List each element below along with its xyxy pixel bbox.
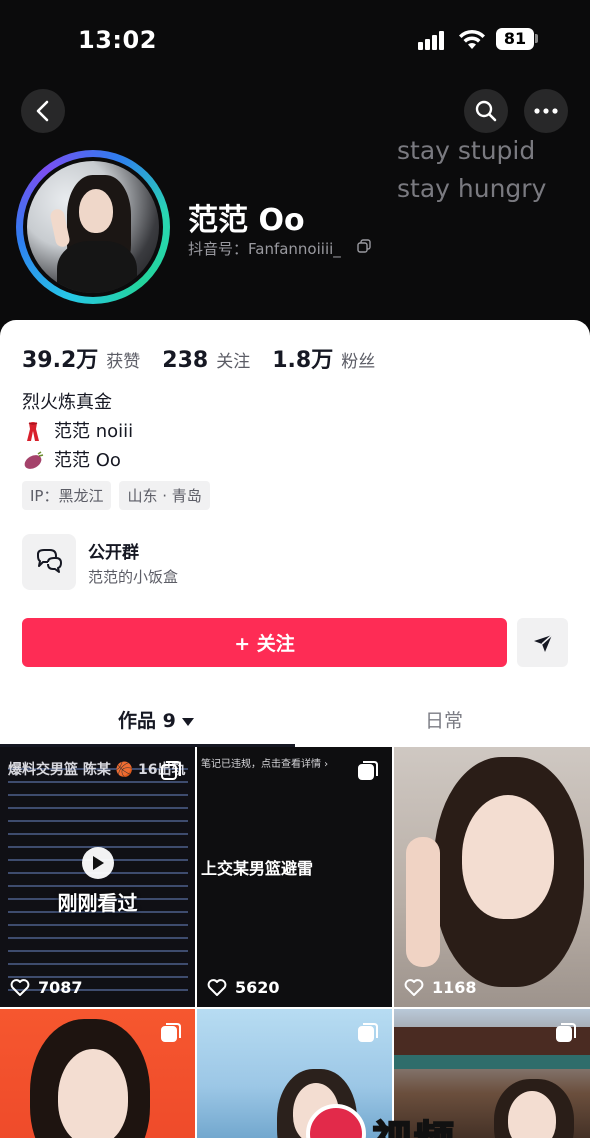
multi-image-icon [161,761,181,780]
multi-image-icon [358,1023,378,1042]
profile-card: 39.2万 获赞 238 关注 1.8万 粉丝 烈火炼真金 范范 noiii 范… [0,320,590,1138]
video-thumbnail[interactable] [0,1009,195,1138]
avatar-inner [23,157,163,297]
video-grid: 爆料交男篮 陈某 🏀 16出轨 刚刚看过 7087 笔记已违规，点击查看详情 ›… [0,747,590,1138]
avatar[interactable] [16,150,170,304]
bio: 烈火炼真金 范范 noiii 范范 Oo [22,388,133,475]
message-button[interactable] [517,618,568,667]
video-likes: 7087 [10,978,83,997]
battery-tip [535,34,538,43]
public-group-entry[interactable]: 公开群 范范的小饭盒 [22,534,568,592]
bio-line: 烈火炼真金 [22,388,133,417]
profile-name: 范范 Oo [188,203,305,238]
header-slogan-line2: stay hungry [397,174,547,203]
temple-beam-shape [394,1055,590,1069]
tab-daily[interactable]: 日常 [425,706,463,733]
caret-down-icon [181,717,194,726]
likes-count[interactable]: 39.2万 [22,342,98,374]
wifi-icon [459,29,485,49]
battery-level: 81 [496,28,534,50]
heart-icon [10,978,30,996]
avatar-photo [27,161,159,293]
ip-location-tag: IP：黑龙江 [22,481,112,510]
video-like-count: 1168 [432,978,477,997]
send-icon [533,633,553,652]
profile-tabs: 作品 9 日常 [0,692,590,747]
video-overlay-title: 爆料交男篮 陈某 🏀 16出轨 [8,762,186,778]
profile-stats: 39.2万 获赞 238 关注 1.8万 粉丝 [22,342,397,374]
watermark-text: 视频 [371,1108,456,1138]
avatar-body-shape [57,241,137,293]
back-button[interactable] [21,89,65,133]
heart-icon [404,978,424,996]
likes-label: 获赞 [106,352,141,372]
tab-works-label: 作品 9 [118,710,176,732]
copy-icon[interactable] [357,239,371,253]
bio-text: 范范 noiii [54,421,134,442]
multi-image-icon [556,1023,576,1042]
video-thumbnail[interactable]: 爆料交男篮 陈某 🏀 16出轨 刚刚看过 7087 [0,747,195,1007]
search-button[interactable] [464,89,508,133]
video-like-count: 7087 [38,978,83,997]
scarf-emoji-icon [27,421,39,441]
chevron-left-icon [36,100,49,122]
group-icon-box [22,534,76,590]
search-icon [475,100,497,122]
video-thumbnail[interactable]: 1168 [394,747,590,1007]
video-likes: 5620 [207,978,280,997]
video-thumbnail[interactable] [197,1009,392,1138]
followers-label: 粉丝 [341,352,376,372]
profile-tags: IP：黑龙江 山东 · 青岛 [22,481,210,510]
tab-works[interactable]: 作品 9 [118,706,194,733]
multi-image-icon [358,761,378,780]
chat-bubbles-icon [37,549,62,573]
avatar-face-shape [79,189,113,233]
cellular-signal-icon [418,30,450,50]
bio-text: 范范 Oo [54,450,121,471]
play-icon [82,847,114,879]
portrait-face-shape [58,1049,128,1138]
portrait-face-shape [462,795,554,919]
multi-image-icon [161,1023,181,1042]
bio-text: 烈火炼真金 [22,392,112,413]
video-overlay-title: 上交某男篮避雷 [201,859,314,878]
following-count[interactable]: 238 [162,348,208,373]
status-time: 13:02 [78,26,157,54]
video-like-count: 5620 [235,978,280,997]
portrait-hand-shape [406,837,440,967]
status-bar: 13:02 81 [0,0,590,80]
following-label: 关注 [216,352,251,372]
more-button[interactable] [524,89,568,133]
group-subtitle: 范范的小饭盒 [88,568,179,586]
city-tag[interactable]: 山东 · 青岛 [119,481,210,510]
group-title: 公开群 [88,543,139,563]
heart-icon [207,978,227,996]
followers-count[interactable]: 1.8万 [272,342,333,374]
more-dots-icon [534,108,558,114]
text-screenshot-lines [8,757,188,1002]
bio-line: 范范 Oo [22,446,133,475]
douyin-id: 抖音号：Fanfannoiiii_ [188,240,341,258]
video-likes: 1168 [404,978,477,997]
watched-label: 刚刚看过 [57,891,138,915]
video-thumbnail[interactable]: 笔记已违规，点击查看详情 › 上交某男篮避雷 5620 [197,747,392,1007]
follow-button[interactable]: + 关注 [22,618,507,667]
sweet-potato-emoji-icon [24,450,44,469]
header-slogan-line1: stay stupid [397,136,536,165]
bio-line: 范范 noiii [22,417,133,446]
